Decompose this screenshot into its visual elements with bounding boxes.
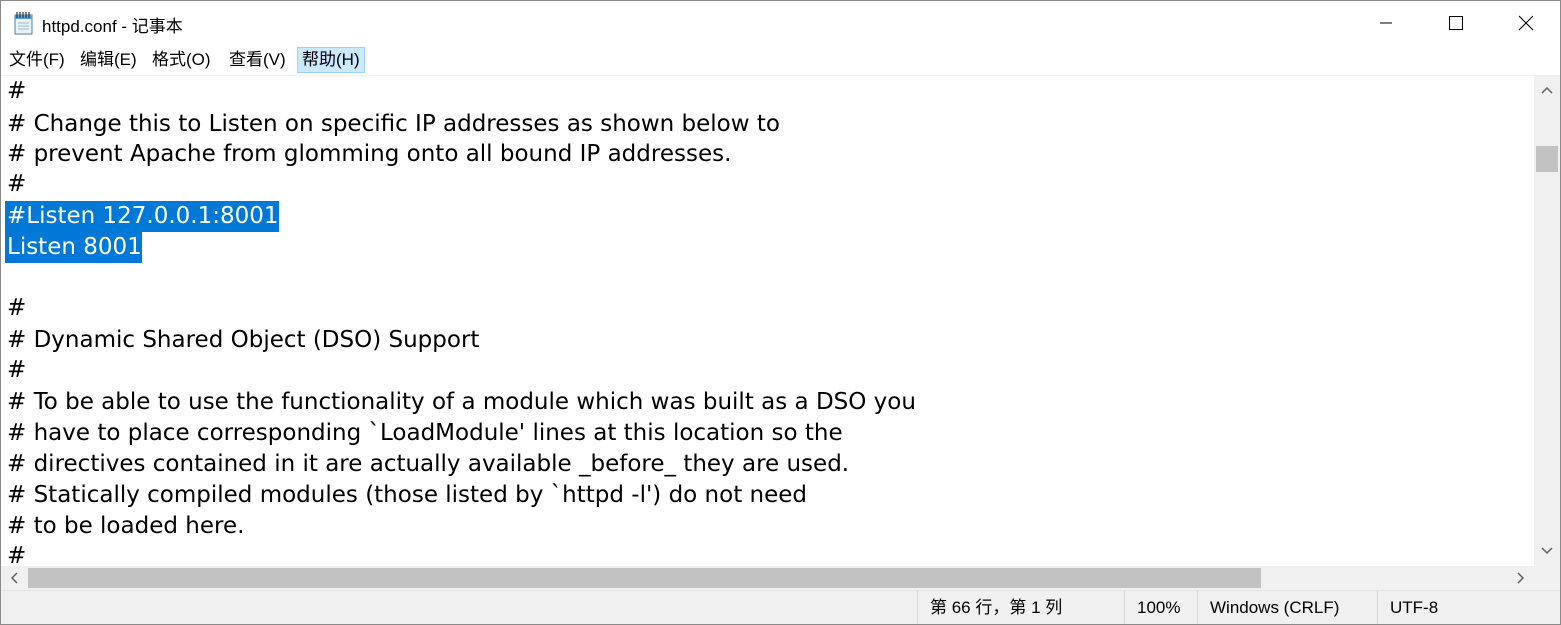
menu-view[interactable]: 查看(V)	[225, 47, 290, 73]
close-button[interactable]	[1491, 1, 1560, 45]
status-bar: 第 66 行，第 1 列 100% Windows (CRLF) UTF-8	[1, 590, 1560, 624]
scroll-down-button[interactable]	[1534, 536, 1560, 566]
text-line: #	[7, 295, 27, 321]
text-line: # Dynamic Shared Object (DSO) Support	[7, 327, 480, 353]
minimize-button[interactable]	[1351, 1, 1421, 45]
notepad-icon	[13, 11, 35, 35]
notepad-window: httpd.conf - 记事本 文件(F) 编辑(E) 格式(O) 查看(V)…	[0, 0, 1561, 625]
scroll-up-button[interactable]	[1534, 75, 1560, 105]
horizontal-scroll-thumb[interactable]	[28, 568, 1261, 588]
text-editor[interactable]: # # Change this to Listen on specific IP…	[1, 75, 1534, 567]
file-encoding: UTF-8	[1377, 591, 1560, 624]
chevron-left-icon	[10, 572, 18, 584]
text-line: # directives contained in it are actuall…	[7, 451, 850, 477]
line-ending: Windows (CRLF)	[1197, 591, 1377, 624]
menu-file[interactable]: 文件(F)	[5, 47, 69, 73]
menu-help[interactable]: 帮助(H)	[297, 47, 365, 73]
zoom-level: 100%	[1124, 591, 1197, 624]
text-line: #	[7, 78, 27, 104]
horizontal-scrollbar[interactable]	[1, 566, 1534, 590]
vertical-scrollbar[interactable]	[1534, 75, 1560, 566]
scrollbar-corner	[1534, 566, 1560, 590]
cursor-position: 第 66 行，第 1 列	[917, 591, 1114, 624]
selected-text-line: Listen 8001	[5, 232, 142, 263]
selected-text-line: #Listen 127.0.0.1:8001	[5, 201, 279, 232]
text-line: # Statically compiled modules (those lis…	[7, 482, 808, 508]
menu-edit[interactable]: 编辑(E)	[76, 47, 141, 73]
chevron-right-icon	[1517, 572, 1525, 584]
maximize-icon	[1449, 16, 1463, 30]
scroll-left-button[interactable]	[1, 566, 27, 590]
window-title: httpd.conf - 记事本	[42, 17, 183, 36]
text-line: #	[7, 543, 27, 567]
minimize-icon	[1380, 22, 1392, 24]
text-line: # to be loaded here.	[7, 513, 245, 539]
text-line: # prevent Apache from glomming onto all …	[7, 141, 732, 167]
chevron-down-icon	[1541, 547, 1553, 555]
text-line: # have to place corresponding `LoadModul…	[7, 420, 843, 446]
text-line: #	[7, 357, 27, 383]
menu-format[interactable]: 格式(O)	[148, 47, 215, 73]
text-line: #	[7, 171, 27, 197]
text-line: # Change this to Listen on specific IP a…	[7, 111, 780, 137]
title-bar[interactable]: httpd.conf - 记事本	[1, 1, 1560, 45]
menu-bar: 文件(F) 编辑(E) 格式(O) 查看(V) 帮助(H)	[1, 45, 1560, 75]
vertical-scroll-thumb[interactable]	[1536, 146, 1558, 172]
scroll-right-button[interactable]	[1508, 566, 1534, 590]
chevron-up-icon	[1541, 86, 1553, 94]
maximize-button[interactable]	[1421, 1, 1491, 45]
text-line: # To be able to use the functionality of…	[7, 389, 916, 415]
close-icon	[1518, 15, 1534, 31]
